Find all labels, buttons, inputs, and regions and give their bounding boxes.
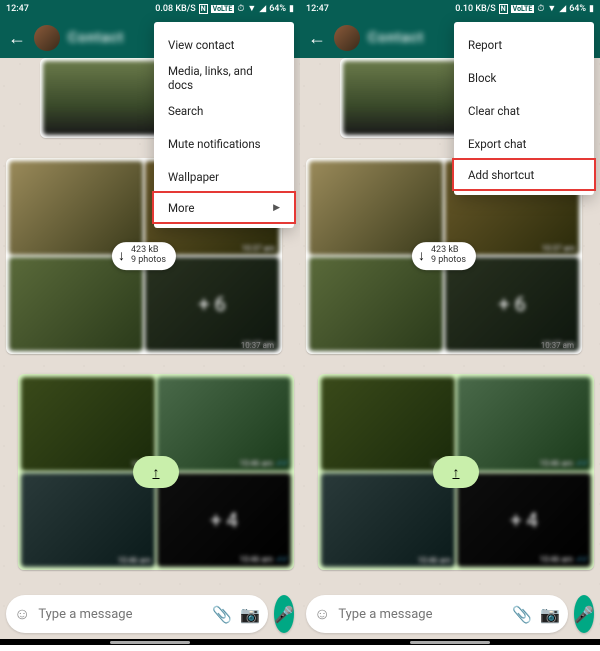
download-button[interactable]: ↓ 423 kB 9 photos (412, 242, 476, 270)
mic-icon: 🎤 (574, 605, 594, 624)
menu-view-contact[interactable]: View contact (154, 28, 294, 61)
upload-button[interactable]: ↑ (433, 456, 479, 488)
cell-timestamp: 10:37 am (242, 244, 275, 253)
data-rate: 0.08 KB/S (155, 5, 195, 14)
emoji-icon[interactable]: ☺ (14, 604, 30, 624)
nfc-icon: N (499, 4, 508, 14)
screen-left: 12:47 0.08 KB/S N VoLTE ⏱ ▼ ◢ 64% ▮ ← Co… (0, 0, 300, 645)
options-submenu: Report Block Clear chat Export chat Add … (454, 22, 594, 195)
upload-icon: ↑ (153, 464, 160, 481)
cell-timestamp: 10:46 am✓✓ (240, 459, 287, 469)
message-input[interactable] (338, 607, 504, 622)
outgoing-album[interactable]: 10:46 10:46 am✓✓ 10:46 am + 4 10:46 am✓✓… (18, 374, 294, 570)
download-icon: ↓ (418, 248, 425, 265)
wifi-icon: ▼ (547, 5, 556, 14)
menu-wallpaper[interactable]: Wallpaper (154, 160, 294, 193)
battery-icon: ▮ (289, 5, 294, 14)
upload-button[interactable]: ↑ (133, 456, 179, 488)
wifi-icon: ▼ (247, 5, 256, 14)
message-input-pill[interactable]: ☺ 📎 📷 (6, 595, 268, 633)
camera-icon[interactable]: 📷 (540, 605, 560, 624)
menu-media-links-docs[interactable]: Media, links, and docs (154, 61, 294, 94)
mic-button[interactable]: 🎤 (274, 595, 294, 633)
menu-report[interactable]: Report (454, 28, 594, 61)
mic-icon: 🎤 (274, 605, 294, 624)
menu-add-shortcut[interactable]: Add shortcut (452, 158, 596, 191)
outgoing-album[interactable]: 10:46 10:46 am✓✓ 10:46 am + 4 10:46 am✓✓… (318, 374, 594, 570)
album-more-overlay: + 6 (445, 257, 579, 351)
alarm-icon: ⏱ (237, 5, 244, 14)
mic-button[interactable]: 🎤 (574, 595, 594, 633)
battery-percent: 64% (569, 5, 586, 14)
data-rate: 0.10 KB/S (455, 5, 495, 14)
status-bar: 12:47 0.10 KB/S N VoLTE ⏱ ▼ ◢ 64% ▮ (300, 0, 600, 18)
download-count: 9 photos (131, 256, 166, 266)
volte-icon: VoLTE (511, 5, 535, 13)
cell-timestamp: 10:46 am✓✓ (240, 555, 287, 565)
screen-right: 12:47 0.10 KB/S N VoLTE ⏱ ▼ ◢ 64% ▮ ← Co… (300, 0, 600, 645)
download-button[interactable]: ↓ 423 kB 9 photos (112, 242, 176, 270)
status-time: 12:47 (6, 4, 29, 14)
ticks-icon: ✓✓ (276, 459, 287, 469)
status-time: 12:47 (306, 4, 329, 14)
camera-icon[interactable]: 📷 (240, 605, 260, 624)
signal-icon: ◢ (559, 5, 566, 14)
battery-percent: 64% (269, 5, 286, 14)
attach-icon[interactable]: 📎 (212, 605, 232, 624)
menu-search[interactable]: Search (154, 94, 294, 127)
menu-block[interactable]: Block (454, 61, 594, 94)
message-input-pill[interactable]: ☺ 📎 📷 (306, 595, 568, 633)
album-more-overlay: + 4 (157, 473, 291, 567)
android-nav-bar (300, 639, 600, 645)
emoji-icon[interactable]: ☺ (314, 604, 330, 624)
attach-icon[interactable]: 📎 (512, 605, 532, 624)
download-icon: ↓ (118, 248, 125, 265)
album-more-overlay: + 6 (145, 257, 279, 351)
back-arrow-icon[interactable]: ← (308, 28, 326, 49)
contact-name[interactable]: Contact (68, 30, 124, 46)
input-bar: ☺ 📎 📷 🎤 (0, 593, 300, 635)
avatar[interactable] (334, 25, 360, 51)
upload-icon: ↑ (453, 464, 460, 481)
contact-name[interactable]: Contact (368, 30, 424, 46)
ticks-icon: ✓✓ (576, 459, 587, 469)
menu-mute-notifications[interactable]: Mute notifications (154, 127, 294, 160)
avatar[interactable] (34, 25, 60, 51)
ticks-icon: ✓✓ (576, 555, 587, 565)
options-menu: View contact Media, links, and docs Sear… (154, 22, 294, 228)
menu-clear-chat[interactable]: Clear chat (454, 94, 594, 127)
battery-icon: ▮ (589, 5, 594, 14)
menu-more[interactable]: More ▶ (152, 191, 296, 224)
cell-timestamp: 10:46 am (118, 556, 151, 565)
ticks-icon: ✓✓ (276, 555, 287, 565)
message-input[interactable] (38, 607, 204, 622)
android-nav-bar (0, 639, 300, 645)
chevron-right-icon: ▶ (273, 203, 280, 213)
menu-export-chat[interactable]: Export chat (454, 127, 594, 160)
status-bar: 12:47 0.08 KB/S N VoLTE ⏱ ▼ ◢ 64% ▮ (0, 0, 300, 18)
signal-icon: ◢ (259, 5, 266, 14)
nfc-icon: N (199, 4, 208, 14)
input-bar: ☺ 📎 📷 🎤 (300, 593, 600, 635)
volte-icon: VoLTE (211, 5, 235, 13)
alarm-icon: ⏱ (537, 5, 544, 14)
album-timestamp: 10:37 am (241, 341, 274, 350)
back-arrow-icon[interactable]: ← (8, 28, 26, 49)
